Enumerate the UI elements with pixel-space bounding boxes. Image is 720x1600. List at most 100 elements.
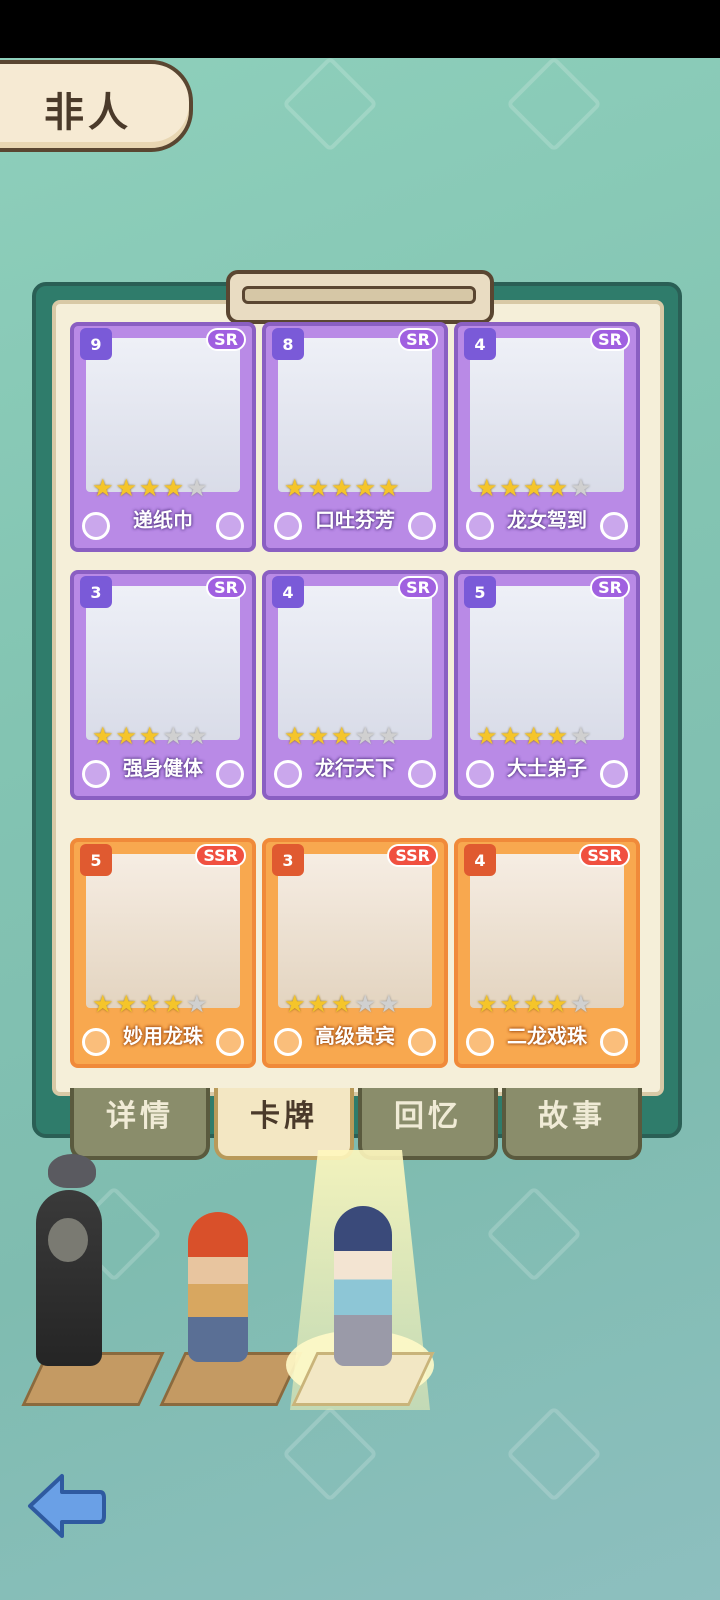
tab-memories[interactable]: 回忆 [358, 1088, 498, 1160]
star-icon: ★ [139, 722, 161, 750]
card-title: 高级贵宾 [315, 1024, 395, 1048]
star-icon: ★ [307, 722, 330, 750]
card-title: 二龙戏珠 [507, 1024, 587, 1048]
star-icon: ★ [307, 474, 330, 502]
star-icon: ★ [523, 474, 545, 502]
card-star-rating: ★ ★ ★ ★ ★ [284, 992, 434, 1016]
card-1[interactable]: 9 SR ★ ★ ★ ★ ★ 递纸巾 [70, 322, 256, 552]
card-rarity-badge: SR [398, 328, 438, 351]
background-tile [485, 1185, 583, 1283]
star-icon: ★ [499, 990, 522, 1018]
tab-label: 卡牌 [250, 1099, 318, 1134]
star-icon: ★ [354, 474, 377, 502]
star-icon: ★ [499, 722, 522, 750]
star-icon: ★ [476, 474, 498, 502]
card-artwork [470, 586, 624, 740]
card-rarity-badge: SR [206, 328, 246, 351]
star-icon: ★ [546, 722, 569, 750]
card-artwork [470, 338, 624, 492]
card-rarity-badge: SR [590, 328, 630, 351]
background-tile [281, 55, 379, 153]
card-5[interactable]: 4 SR ★ ★ ★ ★ ★ 龙行天下 [262, 570, 448, 800]
card-9[interactable]: 4 SSR ★ ★ ★ ★ ★ 二龙戏珠 [454, 838, 640, 1068]
card-2[interactable]: 8 SR ★ ★ ★ ★ ★ 口吐芬芳 [262, 322, 448, 552]
card-count-badge: 5 [80, 844, 112, 876]
dragon-girl-character[interactable] [334, 1206, 392, 1366]
card-rarity-badge: SR [590, 576, 630, 599]
card-4[interactable]: 3 SR ★ ★ ★ ★ ★ 强身健体 [70, 570, 256, 800]
star-icon: ★ [284, 474, 306, 502]
star-icon: ★ [354, 722, 377, 750]
star-icon: ★ [115, 474, 138, 502]
card-title: 龙女驾到 [507, 508, 587, 532]
card-title: 口吐芬芳 [315, 508, 395, 532]
card-rarity-badge: SSR [579, 844, 630, 867]
tab-label: 故事 [538, 1099, 606, 1134]
star-icon: ★ [115, 722, 138, 750]
tab-story[interactable]: 故事 [502, 1088, 642, 1160]
card-3[interactable]: 4 SR ★ ★ ★ ★ ★ 龙女驾到 [454, 322, 640, 552]
star-icon: ★ [331, 722, 353, 750]
card-artwork [86, 338, 240, 492]
category-title-tab: 非人 [0, 60, 193, 152]
card-rarity-badge: SSR [195, 844, 246, 867]
card-title: 递纸巾 [133, 508, 193, 532]
star-icon: ★ [92, 990, 114, 1018]
star-icon: ★ [162, 474, 185, 502]
card-title: 大士弟子 [507, 756, 587, 780]
star-icon: ★ [139, 990, 161, 1018]
card-title: 妙用龙珠 [123, 1024, 203, 1048]
card-artwork [86, 586, 240, 740]
red-hair-character[interactable] [188, 1212, 248, 1362]
card-artwork [278, 854, 432, 1008]
star-icon: ★ [546, 474, 569, 502]
card-count-badge: 4 [464, 844, 496, 876]
star-icon: ★ [570, 722, 592, 750]
card-artwork [278, 586, 432, 740]
background-tile [505, 1405, 603, 1503]
hooded-character[interactable] [36, 1154, 102, 1366]
card-star-rating: ★ ★ ★ ★ ★ [92, 992, 242, 1016]
back-arrow-icon [28, 1474, 106, 1538]
tab-label: 回忆 [394, 1099, 462, 1134]
card-count-badge: 3 [272, 844, 304, 876]
tab-bar: 详情 卡牌 回忆 故事 [70, 1088, 642, 1160]
card-artwork [470, 854, 624, 1008]
card-star-rating: ★ ★ ★ ★ ★ [476, 992, 626, 1016]
card-8[interactable]: 3 SSR ★ ★ ★ ★ ★ 高级贵宾 [262, 838, 448, 1068]
card-rarity-badge: SR [206, 576, 246, 599]
tab-details[interactable]: 详情 [70, 1088, 210, 1160]
card-star-rating: ★ ★ ★ ★ ★ [284, 724, 434, 748]
star-icon: ★ [186, 722, 208, 750]
card-count-badge: 3 [80, 576, 112, 608]
star-icon: ★ [476, 722, 498, 750]
star-icon: ★ [115, 990, 138, 1018]
card-rarity-badge: SR [398, 576, 438, 599]
star-icon: ★ [92, 474, 114, 502]
card-count-badge: 9 [80, 328, 112, 360]
card-title: 龙行天下 [315, 756, 395, 780]
category-title: 非人 [44, 90, 132, 136]
star-icon: ★ [523, 722, 545, 750]
star-icon: ★ [546, 990, 569, 1018]
card-star-rating: ★ ★ ★ ★ ★ [92, 724, 242, 748]
card-7[interactable]: 5 SSR ★ ★ ★ ★ ★ 妙用龙珠 [70, 838, 256, 1068]
card-rarity-badge: SSR [387, 844, 438, 867]
star-icon: ★ [92, 722, 114, 750]
star-icon: ★ [570, 474, 592, 502]
back-button[interactable] [26, 1470, 106, 1542]
star-icon: ★ [331, 990, 353, 1018]
star-icon: ★ [186, 990, 208, 1018]
card-artwork [278, 338, 432, 492]
star-icon: ★ [162, 722, 185, 750]
card-count-badge: 4 [464, 328, 496, 360]
card-count-badge: 5 [464, 576, 496, 608]
star-icon: ★ [523, 990, 545, 1018]
card-star-rating: ★ ★ ★ ★ ★ [476, 476, 626, 500]
card-6[interactable]: 5 SR ★ ★ ★ ★ ★ 大士弟子 [454, 570, 640, 800]
star-icon: ★ [284, 990, 306, 1018]
tab-cards[interactable]: 卡牌 [214, 1088, 354, 1160]
star-icon: ★ [307, 990, 330, 1018]
star-icon: ★ [378, 474, 400, 502]
face [48, 1218, 88, 1262]
